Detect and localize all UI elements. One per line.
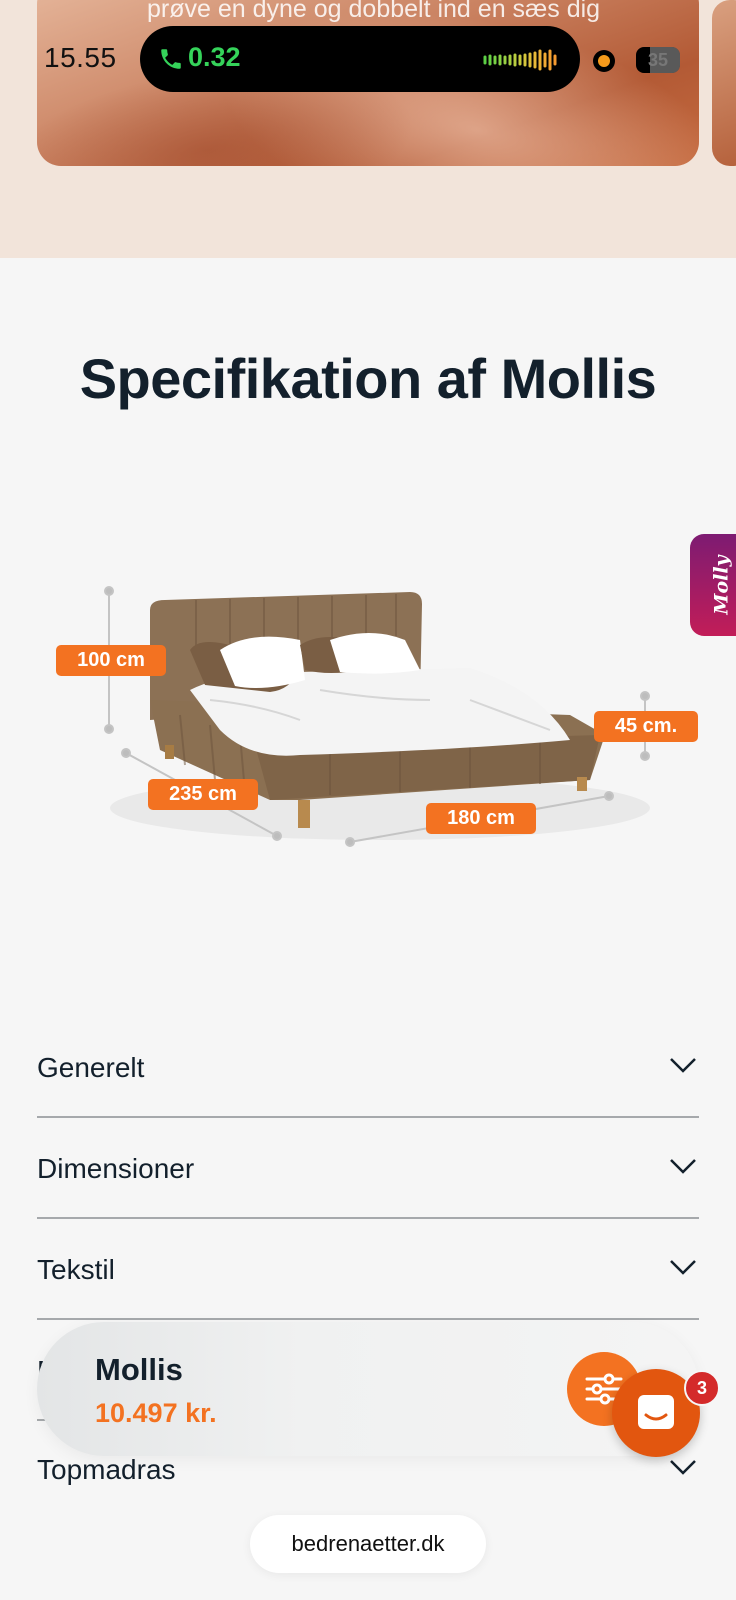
molly-tab-label: Molly bbox=[710, 555, 733, 615]
accordion-item-dimensioner[interactable]: Dimensioner bbox=[37, 1117, 699, 1219]
product-price: 10.497 kr. bbox=[95, 1398, 217, 1428]
product-name: Mollis bbox=[95, 1352, 183, 1387]
battery-level: 35 bbox=[647, 50, 669, 70]
length-dimension-label: 235 cm bbox=[148, 779, 258, 810]
accordion-label: Tekstil bbox=[37, 1254, 115, 1285]
height-dimension-label: 100 cm bbox=[56, 645, 166, 676]
accordion-label: Dimensioner bbox=[37, 1153, 195, 1184]
hero-next-card[interactable] bbox=[712, 0, 736, 166]
accordion-label: Topmadras bbox=[37, 1454, 176, 1485]
battery-icon: 35 bbox=[636, 47, 680, 73]
leg-height-dimension-label: 45 cm. bbox=[594, 711, 698, 742]
accordion-item-generelt[interactable]: Generelt bbox=[37, 1016, 699, 1118]
chevron-down-icon bbox=[670, 1159, 696, 1174]
recording-indicator-icon bbox=[593, 50, 615, 72]
call-duration: 0.32 bbox=[188, 42, 241, 72]
bed-dimension-illustration bbox=[104, 586, 650, 847]
status-time: 15.55 bbox=[44, 42, 117, 73]
molly-assistant-tab[interactable]: Molly bbox=[690, 534, 736, 636]
chevron-down-icon bbox=[670, 1058, 696, 1073]
phone-icon bbox=[161, 49, 181, 69]
audio-waveform-icon bbox=[483, 49, 557, 71]
chevron-down-icon bbox=[670, 1460, 696, 1475]
browser-url-bar[interactable]: bedrenaetter.dk bbox=[250, 1515, 486, 1573]
dynamic-island-call[interactable]: 0.32 bbox=[140, 26, 580, 92]
width-dimension-label: 180 cm bbox=[426, 803, 536, 834]
chat-notification-badge: 3 bbox=[684, 1370, 720, 1406]
accordion-label: Generelt bbox=[37, 1052, 145, 1083]
accordion-item-tekstil[interactable]: Tekstil bbox=[37, 1218, 699, 1320]
chevron-down-icon bbox=[670, 1260, 696, 1275]
page-title: Specifikation af Mollis bbox=[79, 347, 657, 410]
hero-text: prøve en dyne og dobbelt ind en sæs dig bbox=[147, 0, 601, 23]
